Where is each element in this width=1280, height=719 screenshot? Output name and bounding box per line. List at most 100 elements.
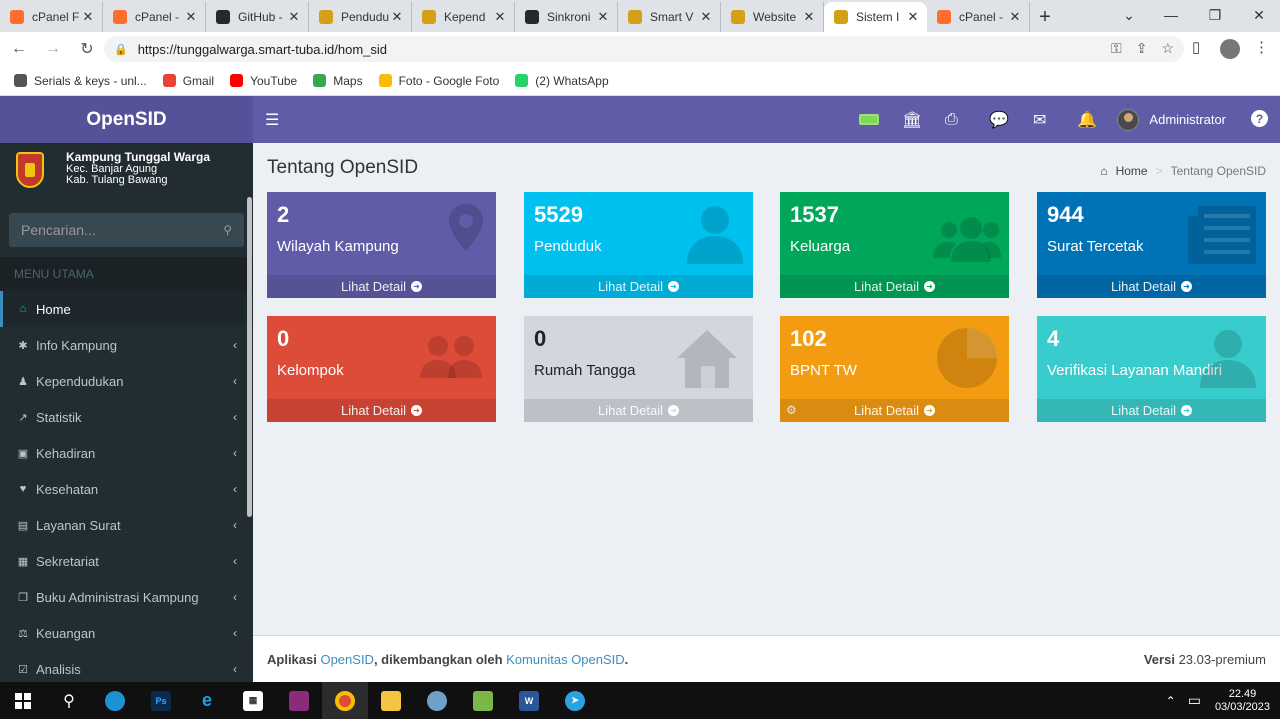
tab-close-icon[interactable]: ✕ — [286, 9, 302, 25]
sidebar-item-kesehatan[interactable]: ♥ Kesehatan ‹ — [0, 471, 253, 507]
password-key-icon[interactable]: ⚿ — [1111, 40, 1122, 57]
sidebar-item-buku-administrasi-kampung[interactable]: ❐ Buku Administrasi Kampung ‹ — [0, 579, 253, 615]
reload-icon[interactable]: ↻ — [72, 34, 102, 64]
browser-tab[interactable]: cPanel - ✕ — [103, 2, 206, 32]
sidebar-item-layanan-surat[interactable]: ▤ Layanan Surat ‹ — [0, 507, 253, 543]
opensid-link[interactable]: OpenSID — [320, 652, 373, 667]
sidepanel-icon[interactable]: ▯ — [1192, 38, 1200, 56]
minimize-icon[interactable]: — — [1150, 0, 1192, 30]
battery-icon[interactable] — [859, 96, 879, 143]
details-link[interactable]: Lihat Detail ➜ — [524, 399, 753, 422]
photoshop-icon[interactable]: Ps — [138, 682, 184, 719]
mail-icon[interactable]: ✉ — [1033, 96, 1046, 143]
windows-start-icon[interactable] — [0, 682, 46, 719]
bank-icon[interactable]: 🏛 — [902, 96, 922, 143]
sidebar-item-home[interactable]: ⌂ Home — [0, 291, 253, 327]
word-icon[interactable]: W — [506, 682, 552, 719]
bookmark-item[interactable]: (2) WhatsApp — [515, 74, 609, 88]
bookmark-label: YouTube — [250, 73, 298, 88]
share-icon[interactable]: ⇪ — [1136, 40, 1148, 57]
bell-icon[interactable]: 🔔 — [1077, 96, 1097, 143]
new-tab-icon[interactable]: + — [1030, 2, 1060, 32]
tab-close-icon[interactable]: ✕ — [595, 9, 611, 25]
clock[interactable]: 22.49 03/03/2023 — [1215, 688, 1270, 714]
tab-close-icon[interactable]: ✕ — [1007, 9, 1023, 25]
winrar-icon[interactable] — [276, 682, 322, 719]
store-icon[interactable]: ▦ — [230, 682, 276, 719]
help-icon[interactable]: ? — [1251, 110, 1268, 127]
chrome-icon[interactable] — [322, 682, 368, 719]
profile-avatar[interactable] — [1220, 39, 1240, 59]
browser-tab[interactable]: Sinkroni ✕ — [515, 2, 618, 32]
search-icon[interactable]: ⚲ — [223, 223, 232, 237]
details-link[interactable]: Lihat Detail ➜ — [1037, 275, 1266, 298]
details-link[interactable]: Lihat Detail ➜ — [267, 275, 496, 298]
browser-tab[interactable]: cPanel - ✕ — [927, 2, 1030, 32]
explorer-icon[interactable] — [368, 682, 414, 719]
tray-chevron-icon[interactable]: ⌃ — [1166, 694, 1176, 708]
chevron-left-icon: ‹ — [233, 410, 237, 424]
bookmark-item[interactable]: Foto - Google Foto — [378, 74, 499, 88]
bookmark-item[interactable]: Maps — [313, 74, 363, 88]
details-link[interactable]: Lihat Detail ➜ — [780, 399, 1009, 422]
tab-close-icon[interactable]: ✕ — [801, 9, 817, 25]
lock-icon[interactable]: 🔒 — [114, 43, 128, 56]
search-icon[interactable]: ⚲ — [46, 682, 92, 719]
maximize-icon[interactable]: ❐ — [1194, 0, 1236, 30]
tab-close-icon[interactable]: ✕ — [698, 9, 714, 25]
sidebar-item-info-kampung[interactable]: ✱ Info Kampung ‹ — [0, 327, 253, 363]
edge-icon[interactable] — [92, 682, 138, 719]
bookmark-item[interactable]: Serials & keys - unl... — [14, 74, 147, 88]
details-link[interactable]: Lihat Detail ➜ — [1037, 399, 1266, 422]
bookmark-item[interactable]: Gmail — [162, 74, 214, 88]
tab-close-icon[interactable]: ✕ — [183, 9, 199, 25]
sidebar-item-keuangan[interactable]: ⚖ Keuangan ‹ — [0, 615, 253, 651]
app-icon[interactable] — [414, 682, 460, 719]
browser-menu-icon[interactable]: ⋮ — [1254, 38, 1269, 56]
address-bar[interactable]: 🔒 https://tunggalwarga.smart-tuba.id/hom… — [104, 36, 1184, 62]
tab-close-icon[interactable]: ✕ — [905, 9, 921, 25]
community-link[interactable]: Komunitas OpenSID — [506, 652, 625, 667]
back-icon[interactable]: ← — [4, 34, 34, 64]
sidebar-item-sekretariat[interactable]: ▦ Sekretariat ‹ — [0, 543, 253, 579]
browser-tab[interactable]: Pendudu ✕ — [309, 2, 412, 32]
sidebar-item-kehadiran[interactable]: ▣ Kehadiran ‹ — [0, 435, 253, 471]
tab-close-icon[interactable]: ✕ — [389, 9, 405, 25]
details-link[interactable]: Lihat Detail ➜ — [267, 399, 496, 422]
sidebar-scrollbar[interactable] — [247, 197, 252, 517]
sidebar-item-statistik[interactable]: ↗ Statistik ‹ — [0, 399, 253, 435]
ie-icon[interactable]: e — [184, 682, 230, 719]
browser-tab[interactable]: Smart V ✕ — [618, 2, 721, 32]
sidebar-search-input[interactable]: Pencarian... ⚲ — [9, 213, 244, 247]
browser-tab[interactable]: GitHub - ✕ — [206, 2, 309, 32]
tab-close-icon[interactable]: ✕ — [492, 9, 508, 25]
sidebar-item-kependudukan[interactable]: ♟ Kependudukan ‹ — [0, 363, 253, 399]
forward-icon[interactable]: → — [38, 34, 68, 64]
users-icon: ♟ — [18, 375, 28, 388]
print-icon[interactable]: ⎙ — [945, 96, 958, 143]
browser-tab[interactable]: Sistem I ✕ — [824, 2, 927, 32]
url-text[interactable]: https://tunggalwarga.smart-tuba.id/hom_s… — [138, 42, 387, 57]
telegram-icon[interactable]: ➤ — [552, 682, 598, 719]
details-link[interactable]: Lihat Detail ➜ — [524, 275, 753, 298]
breadcrumb-home[interactable]: Home — [1116, 164, 1148, 178]
calendar-icon: ▣ — [17, 447, 29, 460]
browser-tab[interactable]: Website ✕ — [721, 2, 824, 32]
bookmark-star-icon[interactable]: ☆ — [1161, 40, 1174, 57]
tab-search-icon[interactable]: ⌄ — [1108, 0, 1150, 30]
browser-tab[interactable]: cPanel F ✕ — [0, 2, 103, 32]
close-window-icon[interactable]: ✕ — [1238, 0, 1280, 30]
sidebar-item-analisis[interactable]: ☑ Analisis ‹ — [0, 651, 253, 682]
details-link[interactable]: Lihat Detail ➜ — [780, 275, 1009, 298]
tab-close-icon[interactable]: ✕ — [80, 9, 96, 25]
book-icon: ▤ — [17, 519, 29, 532]
browser-tab[interactable]: Kepend ✕ — [412, 2, 515, 32]
hamburger-menu-icon[interactable]: ☰ — [265, 110, 279, 130]
chat-icon[interactable]: 💬 — [989, 96, 1009, 143]
notification-icon[interactable]: ▭ — [1188, 692, 1201, 709]
details-link-label: Lihat Detail — [1110, 279, 1177, 294]
bookmark-item[interactable]: YouTube — [230, 74, 297, 88]
user-menu[interactable]: Administrator — [1117, 96, 1226, 143]
app-logo[interactable]: OpenSID — [0, 96, 253, 143]
notepad-icon[interactable] — [460, 682, 506, 719]
